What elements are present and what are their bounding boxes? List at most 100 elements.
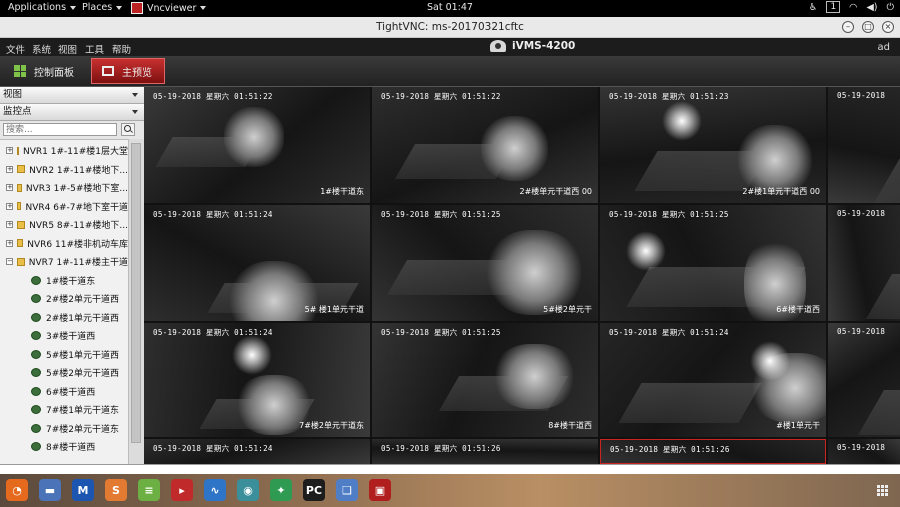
tree-item-camera[interactable]: 2#楼2单元干道西: [0, 290, 128, 307]
search-input[interactable]: [3, 123, 117, 136]
menu-help[interactable]: 帮助: [112, 42, 131, 56]
camera-timestamp: 05-19-2018 星期六 01:51:25: [609, 210, 729, 219]
monitor-section-header[interactable]: 监控点: [0, 104, 144, 121]
taskbar: [0, 474, 900, 507]
menu-tools[interactable]: 工具: [85, 42, 104, 56]
tree-item-label: 2#楼1单元干道西: [46, 313, 119, 324]
camera-feed[interactable]: 05-19-2018 星期六 01:51:25 6#楼干道西: [600, 205, 826, 321]
volume-icon[interactable]: ◀): [866, 2, 877, 13]
maximize-button[interactable]: □: [862, 21, 874, 33]
power-icon[interactable]: ⏻: [886, 2, 894, 13]
tree-item-label: NVR1 1#-11#楼1层大堂: [23, 147, 128, 157]
scene-foliage: [738, 125, 812, 195]
user-label[interactable]: ad: [878, 42, 890, 53]
app-title: iVMS-4200: [490, 40, 575, 52]
tree-item-nvr[interactable]: + NVR2 1#-11#楼地下...: [0, 161, 128, 178]
menu-file[interactable]: 文件: [6, 42, 25, 56]
camera-feed[interactable]: 05-19-2018 星期六 01:51:22 2#楼单元干道西 00: [372, 87, 598, 203]
expand-icon[interactable]: +: [6, 202, 13, 210]
camera-feed[interactable]: 05-19-2018 星期六 01:51:24 #楼1单元干: [600, 323, 826, 437]
collapse-icon[interactable]: −: [6, 258, 13, 265]
camera-feed[interactable]: 05-19-2018: [828, 87, 900, 203]
camera-feed[interactable]: 05-19-2018 星期六 01:51:23 2#楼1单元干道西 00: [600, 87, 826, 203]
terminal-red-icon[interactable]: ▸: [171, 479, 193, 501]
folder-icon: [17, 202, 22, 210]
tree-item-nvr[interactable]: + NVR3 1#-5#楼地下室...: [0, 179, 128, 196]
camera-icon: [31, 349, 41, 359]
tree-item-nvr[interactable]: + NVR6 11#楼非机动车库: [0, 235, 128, 252]
malwarebytes-icon[interactable]: M: [72, 479, 94, 501]
camera-feed[interactable]: 05-19-2018 星期六 01:51:24 5# 楼1单元干道: [144, 205, 370, 321]
tree-item-camera[interactable]: 1#楼干道东: [0, 272, 128, 289]
pycharm-icon[interactable]: PC: [303, 479, 325, 501]
tree-item-camera[interactable]: 5#楼1单元干道西: [0, 346, 128, 363]
virtualbox-icon[interactable]: ❑: [336, 479, 358, 501]
monitor-header-label: 监控点: [3, 106, 32, 117]
monitor-icon[interactable]: ∿: [204, 479, 226, 501]
camera-feed[interactable]: 05-19-2018 星期六 01:51:24: [144, 439, 370, 464]
tab-control-panel[interactable]: 控制面板: [4, 58, 84, 84]
camera-feed[interactable]: 05-19-2018 星期六 01:51:26: [600, 439, 826, 464]
firefox-icon[interactable]: ◔: [6, 479, 28, 501]
tree-item-nvr[interactable]: − NVR7 1#-11#楼主干道: [0, 253, 128, 270]
notes-icon[interactable]: ≡: [138, 479, 160, 501]
scene-road: [874, 158, 900, 203]
close-button[interactable]: ×: [882, 21, 894, 33]
workspace-indicator[interactable]: 1: [826, 1, 841, 13]
camera-feed[interactable]: 05-19-2018 星期六 01:51:22 1#楼干道东: [144, 87, 370, 203]
camera-feed[interactable]: 05-19-2018 星期六 01:51:25 5#楼2单元干: [372, 205, 598, 321]
tree-item-camera[interactable]: 2#楼1单元干道西: [0, 309, 128, 326]
camera-feed[interactable]: 05-19-2018 星期六 01:51:24 7#楼2单元干道东: [144, 323, 370, 437]
menu-system[interactable]: 系统: [32, 42, 51, 56]
view-section-header[interactable]: 视图: [0, 87, 144, 104]
accessibility-icon[interactable]: ♿: [809, 2, 818, 13]
camera-feed[interactable]: 05-19-2018: [828, 205, 900, 321]
tree-item-camera[interactable]: 3#楼干道西: [0, 327, 128, 344]
expand-icon[interactable]: +: [6, 239, 13, 247]
expand-icon[interactable]: +: [6, 221, 13, 228]
tree-item-nvr[interactable]: + NVR1 1#-11#楼1层大堂: [0, 142, 128, 159]
tree-item-camera[interactable]: 5#楼2单元干道西: [0, 364, 128, 381]
vncviewer-icon[interactable]: ▣: [369, 479, 391, 501]
files-icon[interactable]: ▬: [39, 479, 61, 501]
clock[interactable]: Sat 01:47: [0, 2, 900, 13]
tree-item-camera[interactable]: 7#楼2单元干道东: [0, 420, 128, 437]
chevron-down-icon: [132, 110, 138, 114]
vnc-window-title: TightVNC: ms-20170321cftc: [376, 21, 524, 33]
sublime-icon[interactable]: S: [105, 479, 127, 501]
tree-item-nvr[interactable]: + NVR4 6#-7#地下室干道: [0, 198, 128, 215]
tab-main-view[interactable]: 主预览: [91, 58, 165, 84]
folder-icon: [17, 257, 25, 266]
camera-timestamp: 05-19-2018 星期六 01:51:24: [153, 444, 273, 453]
camera-label: 1#楼干道东: [320, 187, 364, 196]
recycle-icon[interactable]: ✦: [270, 479, 292, 501]
video-grid: 05-19-2018 星期六 01:51:22 1#楼干道东 05-19-2018 …: [144, 87, 900, 464]
camera-timestamp: 05-19-2018 星期六 01:51:26: [610, 445, 730, 454]
expand-icon[interactable]: +: [6, 147, 13, 154]
tree-item-label: NVR7 1#-11#楼主干道: [28, 258, 128, 268]
tree-item-nvr[interactable]: + NVR5 8#-11#楼地下...: [0, 216, 128, 233]
expand-icon[interactable]: +: [6, 184, 13, 191]
ivms-tabbar: 控制面板 主预览: [0, 56, 900, 87]
search-icon[interactable]: [121, 123, 135, 136]
tree-item-camera[interactable]: 7#楼1单元干道东: [0, 401, 128, 418]
folder-icon: [17, 220, 26, 229]
scrollbar-thumb[interactable]: [131, 143, 141, 443]
minimize-button[interactable]: –: [842, 21, 854, 33]
camera-feed[interactable]: 05-19-2018: [828, 323, 900, 437]
camera-feed[interactable]: 05-19-2018: [828, 439, 900, 464]
show-applications-icon[interactable]: [877, 485, 888, 496]
tree-scrollbar[interactable]: [128, 139, 144, 464]
menu-view[interactable]: 视图: [58, 42, 77, 56]
chevron-down-icon: [132, 93, 138, 97]
eye-icon[interactable]: ◉: [237, 479, 259, 501]
expand-icon[interactable]: +: [6, 165, 13, 173]
camera-feed[interactable]: 05-19-2018 星期六 01:51:25 8#楼干道西: [372, 323, 598, 437]
tree-item-camera[interactable]: 8#楼干道西: [0, 438, 128, 455]
tree-item-camera[interactable]: 6#楼干道西: [0, 383, 128, 400]
camera-timestamp: 05-19-2018 星期六 01:51:24: [153, 328, 273, 337]
wifi-icon[interactable]: ◠: [849, 2, 857, 13]
camera-icon: [31, 312, 41, 322]
scene-road: [618, 383, 762, 423]
camera-feed[interactable]: 05-19-2018 星期六 01:51:26: [372, 439, 598, 464]
